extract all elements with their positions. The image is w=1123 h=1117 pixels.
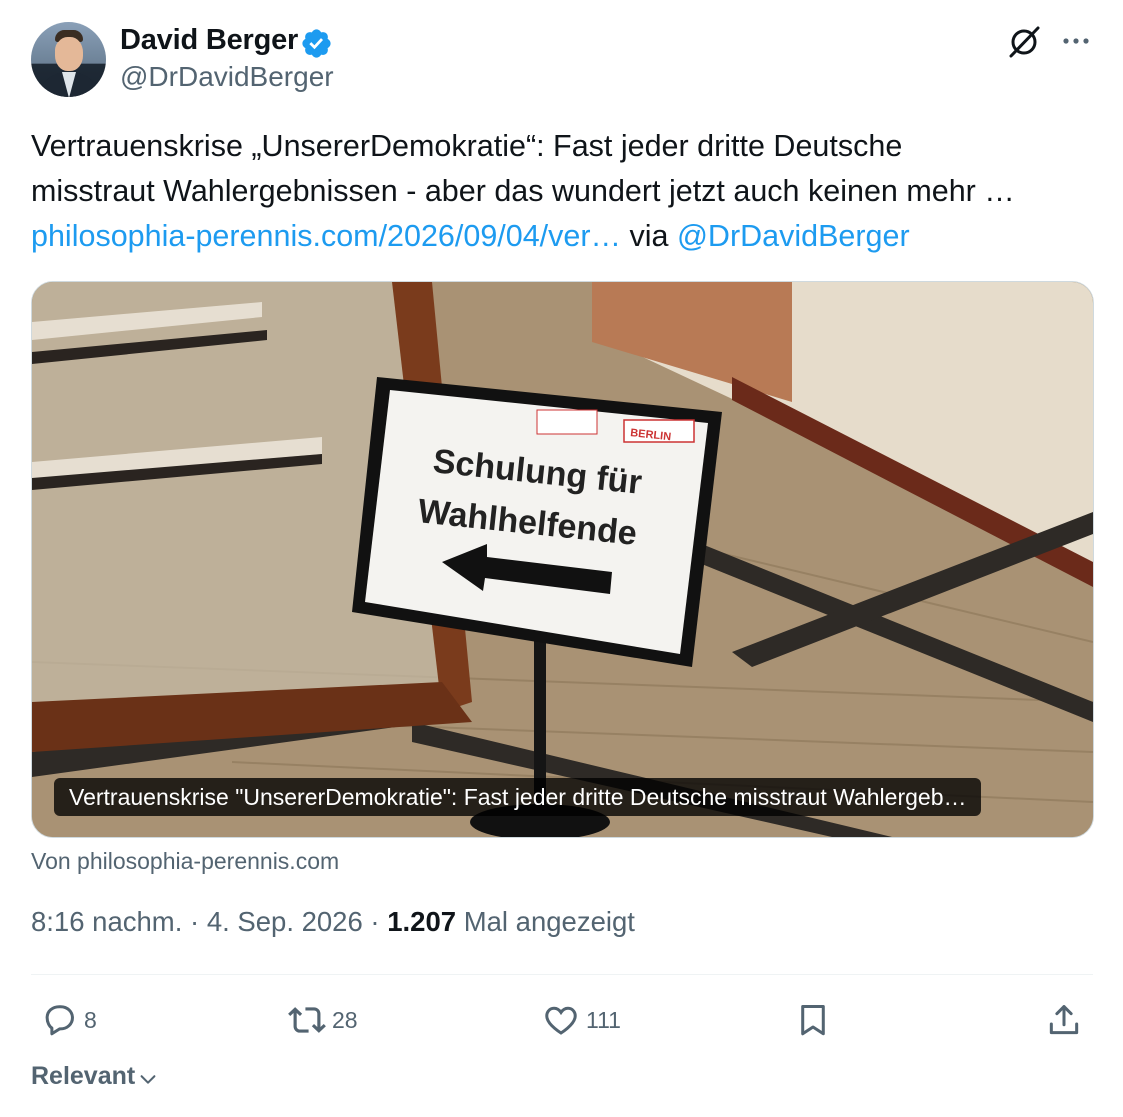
- reply-count: 8: [84, 1006, 97, 1033]
- views-count[interactable]: 1.207: [387, 906, 456, 937]
- tweet-text-line-1: Vertrauenskrise „UnsererDemokratie“: Fas…: [31, 129, 903, 163]
- sort-dropdown[interactable]: Relevant: [31, 1062, 159, 1091]
- chevron-down-icon: [140, 1074, 156, 1084]
- like-button[interactable]: 111: [542, 1000, 621, 1040]
- tweet-date[interactable]: 4. Sep. 2026: [207, 906, 363, 937]
- repost-icon: [288, 1007, 326, 1033]
- card-caption[interactable]: Vertrauenskrise "UnsererDemokratie": Fas…: [54, 778, 982, 816]
- author-handle[interactable]: @DrDavidBerger: [120, 61, 334, 93]
- bookmark-button[interactable]: [794, 1000, 832, 1040]
- tweet-time[interactable]: 8:16 nachm.: [31, 906, 182, 937]
- like-count: 111: [586, 1006, 621, 1033]
- tweet-text: Vertrauenskrise „UnsererDemokratie“: Fas…: [31, 124, 1101, 259]
- meta-separator: ·: [182, 906, 207, 937]
- grok-icon[interactable]: [1006, 24, 1042, 60]
- repost-button[interactable]: 28: [288, 1000, 358, 1040]
- card-image: Schulung für Wahlhelfende BERLIN: [32, 282, 1093, 837]
- meta-separator: ·: [362, 906, 388, 937]
- reply-icon: [45, 1005, 74, 1036]
- mention-link[interactable]: @DrDavidBerger: [677, 219, 910, 253]
- tweet-text-line-2: misstraut Wahlergebnissen - aber das wun…: [31, 174, 1015, 208]
- bookmark-icon: [801, 1005, 825, 1036]
- more-icon[interactable]: [1060, 28, 1092, 54]
- reply-button[interactable]: 8: [40, 1000, 97, 1040]
- card-source[interactable]: Von philosophia-perennis.com: [31, 848, 339, 875]
- heart-icon: [545, 1006, 577, 1035]
- link-card[interactable]: Schulung für Wahlhelfende BERLIN Vertrau…: [31, 281, 1094, 838]
- author-name[interactable]: David Berger: [120, 24, 298, 57]
- verified-badge-icon: [302, 29, 331, 58]
- tweet-meta: 8:16 nachm. · 4. Sep. 2026 · 1.207 Mal a…: [31, 906, 635, 938]
- share-button[interactable]: [1045, 1000, 1083, 1040]
- share-icon: [1049, 1005, 1079, 1035]
- views-label: Mal angezeigt: [456, 906, 635, 937]
- author-avatar[interactable]: [31, 22, 106, 97]
- via-text: via: [621, 219, 677, 253]
- article-link[interactable]: philosophia-perennis.com/2026/09/04/ver…: [31, 219, 621, 253]
- avatar-face: [55, 37, 83, 71]
- repost-count: 28: [332, 1006, 358, 1033]
- sort-label: Relevant: [31, 1062, 136, 1090]
- divider: [31, 974, 1093, 975]
- tweet-text-line-3: philosophia-perennis.com/2026/09/04/ver……: [31, 214, 1101, 259]
